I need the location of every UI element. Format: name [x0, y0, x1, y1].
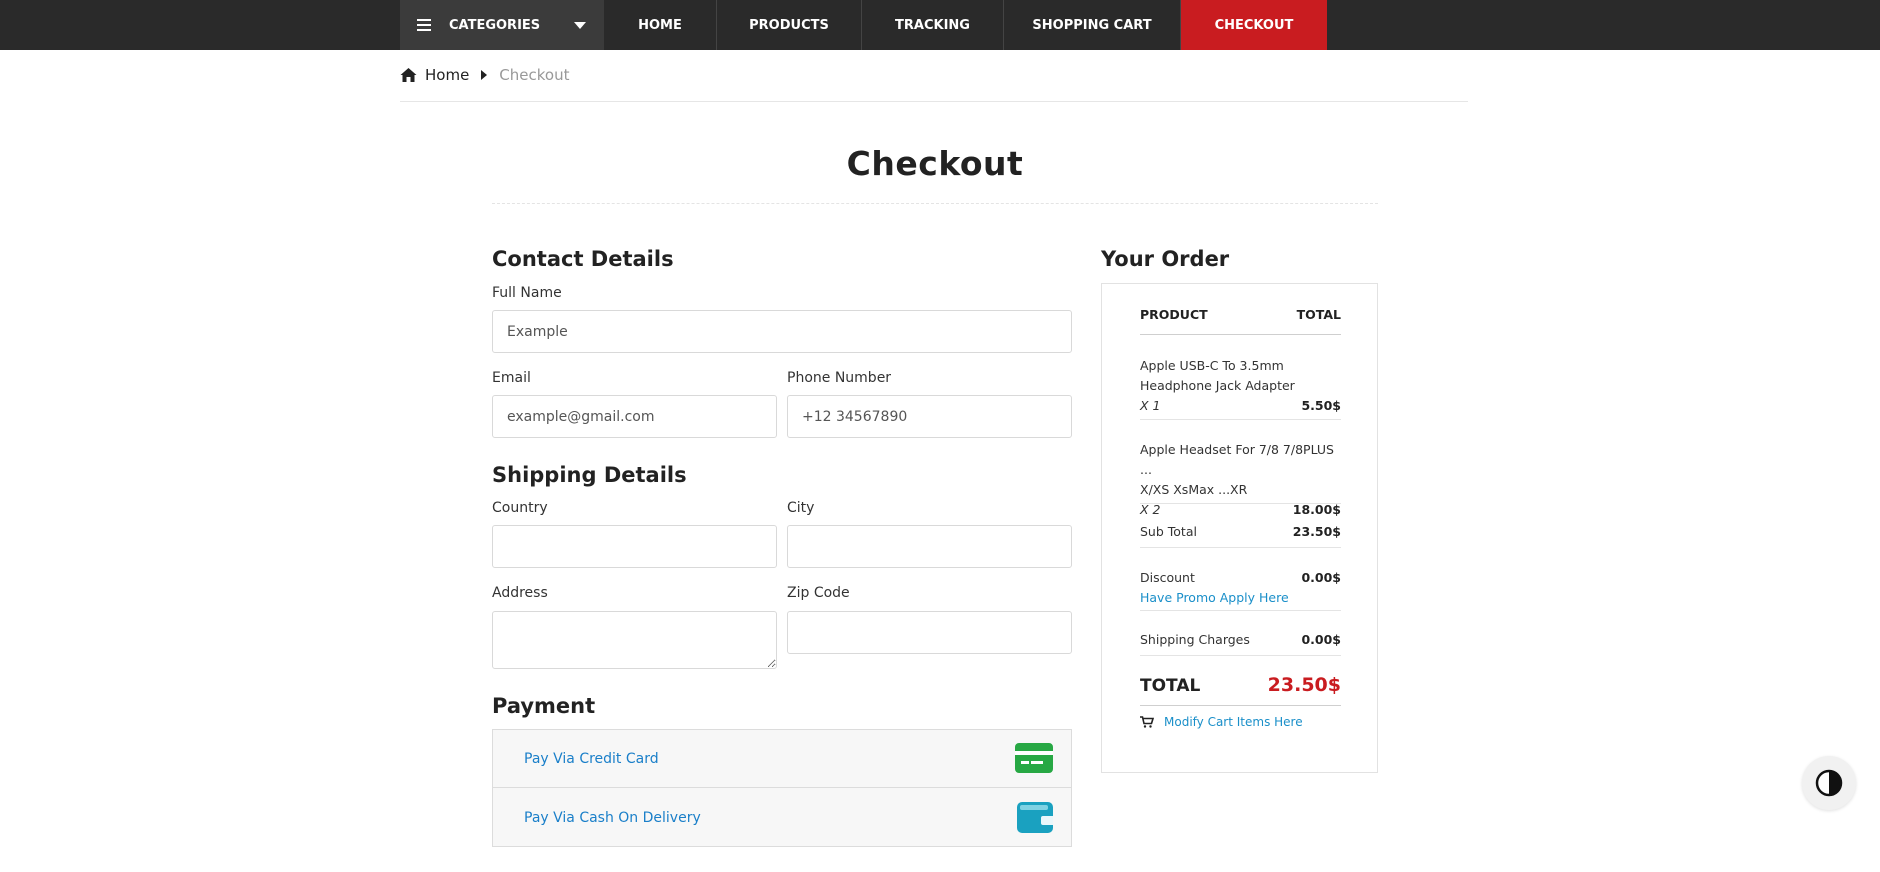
- contact-details-heading: Contact Details: [492, 247, 674, 271]
- divider: [1140, 705, 1341, 706]
- breadcrumb: Home Checkout: [400, 62, 569, 88]
- nav-shopping-cart[interactable]: SHOPPING CART: [1004, 0, 1181, 50]
- city-label: City: [787, 500, 815, 516]
- pay-credit-card-option[interactable]: Pay Via Credit Card: [493, 730, 1071, 788]
- email-input[interactable]: [492, 395, 777, 438]
- total-row: TOTAL 23.50$: [1140, 674, 1341, 696]
- payment-options: Pay Via Credit Card Pay Via Cash On Deli…: [492, 729, 1072, 847]
- cart-icon: [1140, 716, 1154, 728]
- subtotal-value: 23.50$: [1292, 524, 1341, 539]
- breadcrumb-home-link[interactable]: Home: [425, 66, 469, 84]
- item-quantity: X 2: [1140, 502, 1161, 517]
- full-name-label: Full Name: [492, 285, 562, 301]
- your-order-heading: Your Order: [1101, 247, 1230, 271]
- top-navbar: CATEGORIES HOME PRODUCTS TRACKING SHOPPI…: [0, 0, 1880, 50]
- home-icon: [400, 68, 417, 82]
- shipping-details-heading: Shipping Details: [492, 463, 687, 487]
- divider: [1140, 547, 1341, 548]
- zip-code-label: Zip Code: [787, 585, 850, 601]
- categories-dropdown[interactable]: CATEGORIES: [400, 0, 604, 50]
- pay-cash-label: Pay Via Cash On Delivery: [524, 810, 701, 826]
- modify-cart-label: Modify Cart Items Here: [1164, 715, 1303, 729]
- city-input[interactable]: [787, 525, 1072, 568]
- modify-cart-link[interactable]: Modify Cart Items Here: [1140, 715, 1303, 729]
- breadcrumb-current: Checkout: [499, 66, 570, 84]
- divider: [1140, 334, 1341, 335]
- payment-heading: Payment: [492, 694, 596, 718]
- total-value: 23.50$: [1267, 674, 1341, 696]
- item-name-line1: Apple USB-C To 3.5mm: [1140, 358, 1284, 373]
- nav-products[interactable]: PRODUCTS: [717, 0, 862, 50]
- discount-value: 0.00$: [1301, 570, 1341, 585]
- discount-row: Discount 0.00$ Have Promo Apply Here: [1140, 568, 1341, 608]
- nav-checkout[interactable]: CHECKOUT: [1181, 0, 1327, 50]
- item-name-line1: Apple Headset For 7/8 7/8PLUS ...: [1140, 442, 1334, 477]
- pay-credit-card-label: Pay Via Credit Card: [524, 750, 659, 767]
- order-table-header: PRODUCT TOTAL: [1140, 307, 1341, 322]
- country-input[interactable]: [492, 525, 777, 568]
- title-divider: [492, 203, 1378, 204]
- divider: [1140, 419, 1341, 420]
- order-item: Apple Headset For 7/8 7/8PLUS ... X/XS X…: [1140, 440, 1341, 520]
- hamburger-icon: [417, 19, 431, 31]
- chevron-down-icon: [574, 22, 586, 29]
- email-label: Email: [492, 370, 531, 386]
- col-total-header: TOTAL: [1296, 307, 1341, 322]
- nav-menu: CATEGORIES HOME PRODUCTS TRACKING SHOPPI…: [400, 0, 1327, 50]
- full-name-input[interactable]: [492, 310, 1072, 353]
- shipping-charges-row: Shipping Charges 0.00$: [1140, 632, 1341, 647]
- item-quantity: X 1: [1140, 398, 1161, 413]
- wallet-icon: [1017, 802, 1053, 833]
- nav-tracking[interactable]: TRACKING: [862, 0, 1004, 50]
- item-price: 5.50$: [1301, 398, 1341, 413]
- col-product-header: PRODUCT: [1140, 307, 1208, 322]
- page-title: Checkout: [846, 144, 1024, 183]
- country-label: Country: [492, 500, 548, 516]
- caret-right-icon: [481, 70, 488, 80]
- contrast-icon: [1815, 769, 1843, 797]
- divider: [1140, 610, 1341, 611]
- shipping-charges-value: 0.00$: [1301, 632, 1341, 647]
- contrast-toggle-button[interactable]: [1802, 756, 1856, 810]
- phone-label: Phone Number: [787, 370, 892, 386]
- subtotal-row: Sub Total 23.50$: [1140, 524, 1341, 539]
- address-textarea[interactable]: [492, 611, 777, 669]
- breadcrumb-divider: [400, 101, 1468, 102]
- address-label: Address: [492, 585, 548, 601]
- promo-code-link[interactable]: Have Promo Apply Here: [1140, 588, 1341, 608]
- divider: [1140, 503, 1341, 504]
- shipping-charges-label: Shipping Charges: [1140, 632, 1250, 647]
- total-label: TOTAL: [1140, 676, 1201, 696]
- order-item: Apple USB-C To 3.5mm Headphone Jack Adap…: [1140, 356, 1341, 416]
- phone-input[interactable]: [787, 395, 1072, 438]
- item-name-line2: Headphone Jack Adapter: [1140, 378, 1295, 393]
- credit-card-icon: [1015, 743, 1053, 773]
- pay-cash-on-delivery-option[interactable]: Pay Via Cash On Delivery: [493, 789, 1071, 847]
- zip-code-input[interactable]: [787, 611, 1072, 654]
- subtotal-label: Sub Total: [1140, 524, 1197, 539]
- discount-label: Discount: [1140, 570, 1195, 585]
- item-name-line2: X/XS XsMax ...XR: [1140, 482, 1248, 497]
- divider: [1140, 655, 1341, 656]
- order-summary: PRODUCT TOTAL Apple USB-C To 3.5mm Headp…: [1101, 283, 1378, 773]
- categories-label: CATEGORIES: [449, 17, 541, 33]
- nav-home[interactable]: HOME: [604, 0, 717, 50]
